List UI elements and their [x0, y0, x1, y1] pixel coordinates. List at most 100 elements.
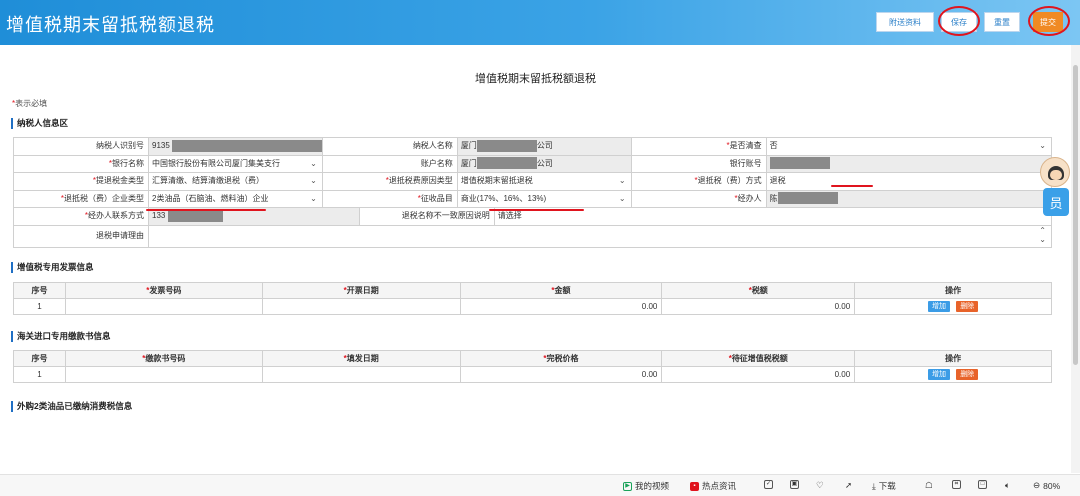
column-header: 操作 [854, 350, 1052, 367]
annotation-underline [489, 209, 584, 211]
my-video-link[interactable]: ▶ 我的视频 [623, 480, 669, 492]
row-index: 1 [13, 366, 66, 383]
table-header-row: 序号 *发票号码 *开票日期 *金额 *税额 操作 [13, 282, 1052, 299]
crop-icon[interactable]: ⌗ [952, 480, 961, 489]
redaction-block [476, 157, 537, 170]
column-header: 序号 [13, 350, 66, 367]
table-row: 1 0.00 0.00 增加 删除 [13, 366, 1052, 383]
delete-row-button[interactable]: 删除 [956, 369, 979, 380]
column-header: *缴款书号码 [64, 350, 263, 367]
handler-contact-label: *经办人联系方式 [14, 208, 149, 225]
refund-method-field[interactable]: 退税 [766, 173, 1052, 190]
column-header: *开票日期 [261, 282, 461, 299]
invoice-date-input[interactable] [261, 298, 461, 315]
tax-item-select[interactable]: 商业(17%、16%、13%) ⌄ [457, 190, 632, 207]
row-actions: 增加 删除 [854, 298, 1052, 315]
refund-method-label: *退抵税（费）方式 [632, 173, 767, 190]
account-name-label: 账户名称 [323, 155, 458, 172]
refund-reason-textarea[interactable]: ⌃ ⌄ [149, 225, 1052, 247]
refund-reason-text-label: 退税申请理由 [14, 225, 149, 247]
bank-account-field [766, 155, 1052, 172]
handler-field: 陈 [766, 190, 1052, 207]
column-header: *税额 [661, 282, 856, 299]
amount-input[interactable]: 0.00 [459, 298, 663, 315]
info-row: 纳税人识别号 9135 纳税人名称 厦门 公司 *是否清查 否 ⌄ [14, 138, 1052, 156]
zoom-control[interactable]: ⊖ 80% [1033, 480, 1060, 491]
save-highlight-ring [938, 6, 980, 36]
download-icon: ⤓ [872, 480, 876, 491]
bank-name-label: *银行名称 [14, 155, 149, 172]
chevron-down-icon: ⌄ [618, 176, 626, 185]
refund-type-select[interactable]: 汇算清缴、结算清缴退税（费） ⌄ [149, 173, 323, 190]
enterprise-type-select[interactable]: 2类油品（石脑油、燃料油）企业 ⌄ [149, 190, 323, 207]
attachments-button[interactable]: 附送资料 [876, 12, 934, 32]
image-icon[interactable]: ▣ [790, 480, 799, 489]
tax-item-label: *征收品目 [323, 190, 458, 207]
refund-reason-select[interactable]: 增值税期末留抵退税 ⌄ [457, 173, 632, 190]
required-note-text: 表示必填 [15, 99, 48, 108]
table-row: 1 0.00 0.00 增加 删除 [13, 298, 1052, 315]
taxpayer-id-label: 纳税人识别号 [14, 138, 149, 155]
taxpayer-name-label: 纳税人名称 [323, 138, 458, 155]
submit-highlight-ring [1028, 6, 1070, 36]
chevron-down-icon: ⌄ [1039, 141, 1046, 150]
info-row: 退税申请理由 ⌃ ⌄ [14, 225, 1052, 248]
shield-icon[interactable]: ✓ [764, 480, 773, 489]
redaction-block [167, 209, 223, 222]
issue-date-input[interactable] [261, 366, 461, 383]
play-icon: ▶ [623, 481, 632, 491]
gamepad-icon[interactable]: ☖ [925, 480, 933, 491]
name-mismatch-label: 退税名称不一致原因说明 [360, 208, 495, 225]
handler-label: *经办人 [632, 190, 767, 207]
annotation-underline [146, 209, 266, 211]
audit-flag-select[interactable]: 否 ⌄ [766, 138, 1052, 155]
row-index: 1 [13, 298, 66, 315]
browser-statusbar: ▶ 我的视频 ▪ 热点资讯 ✓ ▣ ♡ ➚ ⤓ 下载 ☖ ⌗ □ 🔈︎ ⊖ 80% [0, 474, 1080, 496]
taxpayer-name-field: 厦门 公司 [457, 138, 632, 155]
taxpayer-info-grid: 纳税人识别号 9135 纳税人名称 厦门 公司 *是否清查 否 ⌄ *银行名称 中国… [13, 137, 1052, 248]
info-row: *提退税金类型 汇算清缴、结算清缴退税（费） ⌄ *退抵税费原因类型 增值税期末留… [14, 173, 1052, 191]
scrollbar-thumb[interactable] [1073, 65, 1078, 365]
rocket-icon[interactable]: ➚ [845, 480, 852, 491]
scroll-down-icon[interactable]: ⌄ [1039, 232, 1046, 247]
required-note: *表示必填 [12, 98, 47, 109]
add-row-button[interactable]: 增加 [927, 369, 950, 380]
column-header: *待征增值税税额 [661, 350, 856, 367]
heart-icon[interactable]: ♡ [816, 480, 824, 491]
app-title: 增值税期末留抵税额退税 [6, 15, 215, 35]
chevron-down-icon: ⌄ [310, 158, 317, 168]
column-header: 序号 [13, 282, 66, 299]
tax-input[interactable]: 0.00 [661, 298, 856, 315]
window-icon[interactable]: □ [978, 480, 987, 489]
reset-button[interactable]: 重置 [984, 12, 1020, 32]
assistant-avatar[interactable] [1040, 157, 1070, 187]
column-header: 操作 [854, 282, 1052, 299]
page-scrollbar[interactable] [1071, 45, 1080, 473]
chevron-down-icon: ⌄ [310, 193, 317, 203]
info-row: *银行名称 中国银行股份有限公司厦门集美支行 ⌄ 账户名称 厦门 公司 银行账号 [14, 155, 1052, 173]
page-title: 增值税期末留抵税额退税 [475, 73, 596, 85]
table-header-row: 序号 *缴款书号码 *填发日期 *完税价格 *待征增值税税额 操作 [13, 350, 1052, 367]
price-input[interactable]: 0.00 [459, 366, 663, 383]
pending-tax-input[interactable]: 0.00 [661, 366, 856, 383]
redaction-block [777, 192, 838, 205]
delete-row-button[interactable]: 删除 [956, 301, 979, 312]
row-actions: 增加 删除 [854, 366, 1052, 383]
customs-table: 序号 *缴款书号码 *填发日期 *完税价格 *待征增值税税额 操作 1 0.00… [13, 350, 1052, 383]
voucher-number-input[interactable] [64, 366, 263, 383]
download-link[interactable]: ⤓ 下载 [872, 480, 896, 492]
hot-news-link[interactable]: ▪ 热点资讯 [690, 480, 736, 492]
taxpayer-id-field: 9135 [149, 138, 323, 155]
assistant-button[interactable]: 员 [1043, 188, 1069, 216]
volume-icon[interactable]: 🔈︎ [1005, 480, 1010, 491]
news-icon: ▪ [690, 481, 699, 491]
redaction-block [476, 139, 537, 152]
chevron-down-icon: ⌄ [310, 176, 317, 185]
customs-section-title: 海关进口专用缴款书信息 [11, 331, 111, 342]
redaction-block [769, 157, 830, 170]
bank-name-select[interactable]: 中国银行股份有限公司厦门集美支行 ⌄ [149, 155, 323, 172]
column-header: *金额 [459, 282, 663, 299]
vat-invoice-section-title: 增值税专用发票信息 [11, 262, 94, 273]
invoice-number-input[interactable] [64, 298, 263, 315]
add-row-button[interactable]: 增加 [927, 301, 950, 312]
